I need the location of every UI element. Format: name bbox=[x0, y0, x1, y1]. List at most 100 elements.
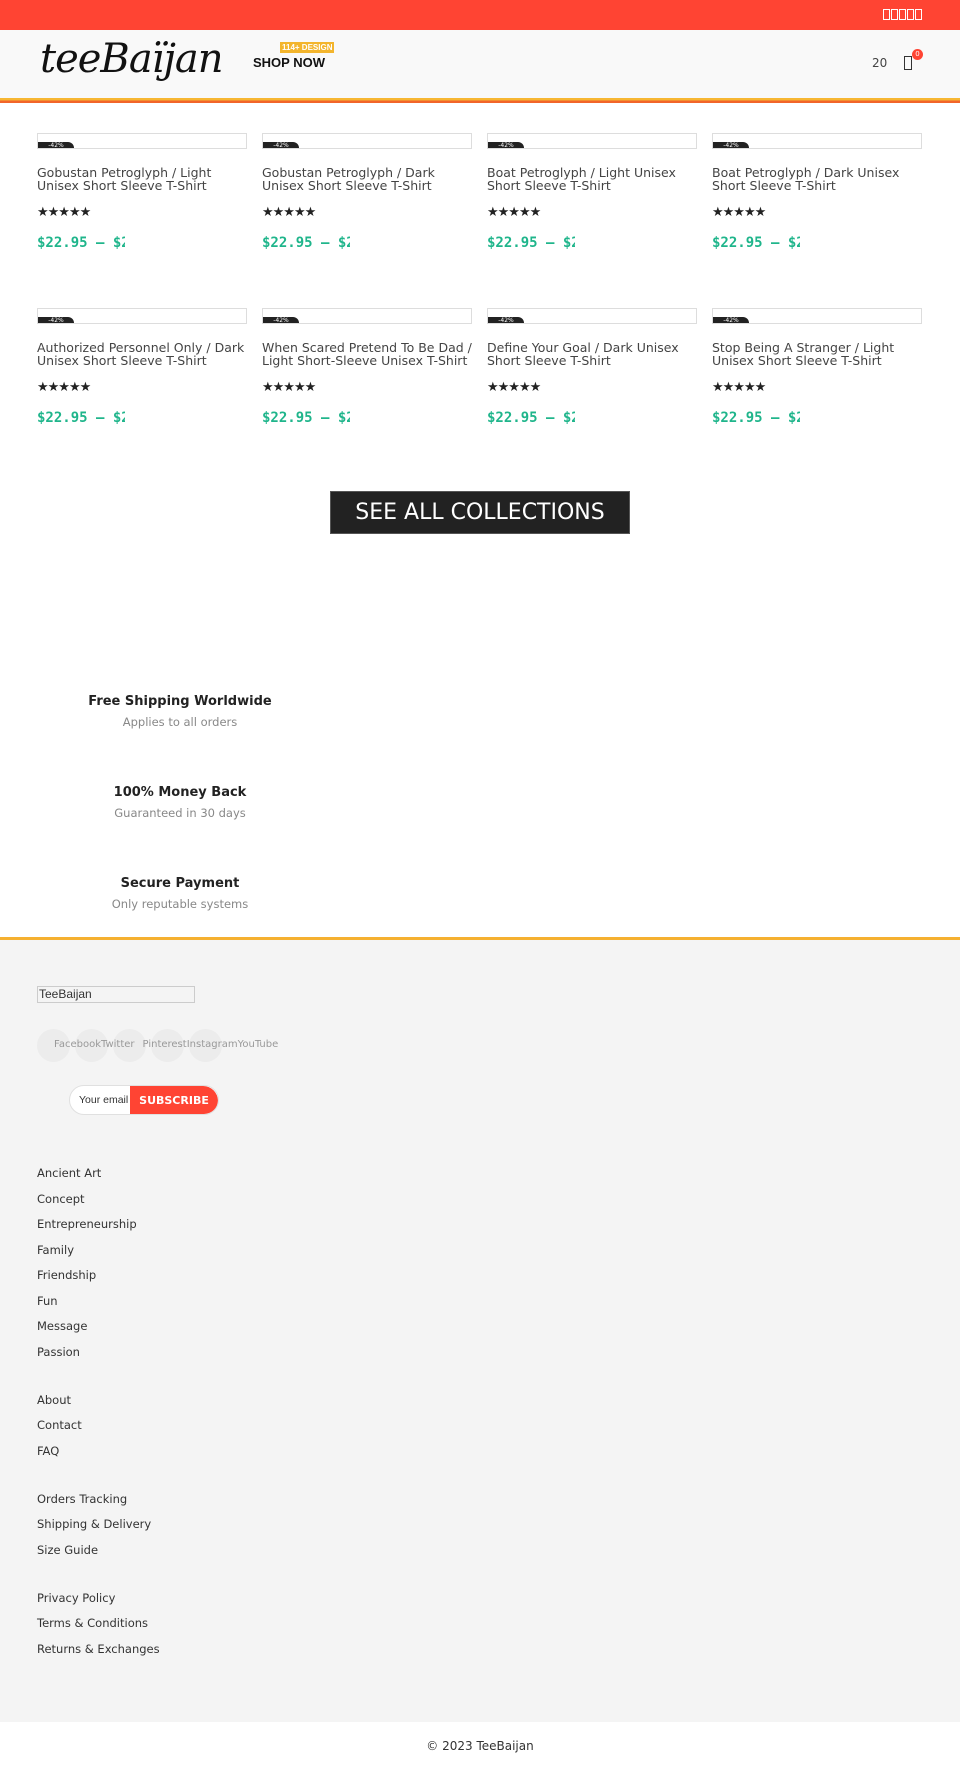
social-twitter[interactable]: Twitter bbox=[101, 1039, 135, 1050]
email-input[interactable]: Your email bbox=[79, 1094, 128, 1106]
rating-stars: ★★★★★ bbox=[487, 205, 541, 220]
product-price: $22.95 – $2 bbox=[37, 235, 125, 251]
sale-badge: -42% bbox=[263, 142, 299, 148]
product-image[interactable]: -42% bbox=[262, 133, 472, 149]
product-title[interactable]: Boat Petroglyph / Light Unisex Short Sle… bbox=[487, 166, 697, 194]
product-card[interactable]: -42% Authorized Personnel Only / Dark Un… bbox=[37, 308, 247, 426]
pinterest-icon[interactable] bbox=[899, 9, 906, 20]
product-price: $22.95 – $2 bbox=[37, 410, 125, 426]
footer-logo[interactable]: TeeBaijan bbox=[37, 986, 195, 1003]
footer-link[interactable]: Size Guide bbox=[37, 1543, 98, 1557]
header-divider bbox=[0, 98, 960, 103]
product-image[interactable]: -42% bbox=[262, 308, 472, 324]
see-all-collections-button[interactable]: SEE ALL COLLECTIONS bbox=[330, 491, 630, 534]
product-image[interactable]: -42% bbox=[487, 308, 697, 324]
feature-secure-payment: Secure Payment Only reputable systems bbox=[60, 876, 300, 911]
social-facebook[interactable]: Facebook bbox=[54, 1039, 101, 1050]
cart-icon[interactable] bbox=[904, 56, 912, 70]
shop-now-link[interactable]: SHOP NOW bbox=[253, 55, 325, 70]
footer-link[interactable]: Fun bbox=[37, 1294, 58, 1308]
product-image[interactable]: -42% bbox=[37, 133, 247, 149]
footer-link[interactable]: Privacy Policy bbox=[37, 1591, 115, 1605]
feature-title: Secure Payment bbox=[120, 876, 240, 891]
feature-subtitle: Guaranteed in 30 days bbox=[114, 806, 246, 820]
product-title[interactable]: Gobustan Petroglyph / Dark Unisex Short … bbox=[262, 166, 472, 194]
youtube-icon[interactable] bbox=[915, 9, 922, 20]
product-image[interactable]: -42% bbox=[712, 308, 922, 324]
footer-link[interactable]: Passion bbox=[37, 1345, 80, 1359]
product-title[interactable]: Stop Being A Stranger / Light Unisex Sho… bbox=[712, 341, 922, 369]
product-title[interactable]: When Scared Pretend To Be Dad / Light Sh… bbox=[262, 341, 472, 369]
sale-badge: -42% bbox=[263, 317, 299, 323]
twitter-icon[interactable] bbox=[891, 9, 898, 20]
rating-stars: ★★★★★ bbox=[712, 205, 766, 220]
footer-link[interactable]: Message bbox=[37, 1319, 87, 1333]
product-card[interactable]: -42% Define Your Goal / Dark Unisex Shor… bbox=[487, 308, 697, 426]
product-title[interactable]: Authorized Personnel Only / Dark Unisex … bbox=[37, 341, 247, 369]
footer-link[interactable]: Shipping & Delivery bbox=[37, 1517, 151, 1531]
social-pinterest[interactable]: Pinterest bbox=[143, 1039, 187, 1050]
product-price: $22.95 – $2 bbox=[712, 410, 800, 426]
feature-title: Free Shipping Worldwide bbox=[88, 694, 272, 709]
product-price: $22.95 – $2 bbox=[262, 410, 350, 426]
footer-link[interactable]: Family bbox=[37, 1243, 74, 1257]
rating-stars: ★★★★★ bbox=[487, 380, 541, 395]
product-price: $22.95 – $2 bbox=[712, 235, 800, 251]
footer-link[interactable]: FAQ bbox=[37, 1444, 59, 1458]
product-image[interactable]: -42% bbox=[37, 308, 247, 324]
social-youtube[interactable]: YouTube bbox=[238, 1039, 279, 1050]
cart-count-badge: 0 bbox=[912, 49, 923, 60]
social-instagram[interactable]: Instagram bbox=[187, 1039, 238, 1050]
social-labels: Facebook Twitter Pinterest Instagram YouTube bbox=[54, 1039, 278, 1050]
sale-badge: -42% bbox=[488, 317, 524, 323]
product-card[interactable]: -42% Gobustan Petroglyph / Dark Unisex S… bbox=[262, 133, 472, 251]
product-price: $22.95 – $2 bbox=[262, 235, 350, 251]
subscribe-button[interactable]: SUBSCRIBE bbox=[130, 1086, 218, 1114]
feature-subtitle: Applies to all orders bbox=[122, 715, 238, 729]
design-count-badge: 114+ DESIGN bbox=[280, 42, 335, 53]
rating-stars: ★★★★★ bbox=[712, 380, 766, 395]
footer-link[interactable]: Concept bbox=[37, 1192, 85, 1206]
footer-link[interactable]: Contact bbox=[37, 1418, 82, 1432]
footer-link[interactable]: Friendship bbox=[37, 1268, 96, 1282]
product-card[interactable]: -42% Stop Being A Stranger / Light Unise… bbox=[712, 308, 922, 426]
sale-badge: -42% bbox=[38, 142, 74, 148]
sale-badge: -42% bbox=[713, 317, 749, 323]
rating-stars: ★★★★★ bbox=[262, 380, 316, 395]
feature-subtitle: Only reputable systems bbox=[111, 897, 249, 911]
sale-badge: -42% bbox=[713, 142, 749, 148]
rating-stars: ★★★★★ bbox=[37, 380, 91, 395]
copyright: © 2023 TeeBaijan bbox=[0, 1722, 960, 1771]
rating-stars: ★★★★★ bbox=[37, 205, 91, 220]
footer-link[interactable]: Orders Tracking bbox=[37, 1492, 127, 1506]
top-social-icons bbox=[883, 9, 922, 20]
instagram-icon[interactable] bbox=[907, 9, 914, 20]
product-image[interactable]: -42% bbox=[712, 133, 922, 149]
newsletter-form: Your email SUBSCRIBE bbox=[69, 1085, 219, 1115]
sale-badge: -42% bbox=[488, 142, 524, 148]
product-image[interactable]: -42% bbox=[487, 133, 697, 149]
footer-link[interactable]: Returns & Exchanges bbox=[37, 1642, 160, 1656]
product-price: $22.95 – $2 bbox=[487, 235, 575, 251]
rating-stars: ★★★★★ bbox=[262, 205, 316, 220]
footer-link[interactable]: About bbox=[37, 1393, 71, 1407]
footer-link[interactable]: Terms & Conditions bbox=[37, 1616, 148, 1630]
footer-link[interactable]: Entrepreneurship bbox=[37, 1217, 137, 1231]
product-card[interactable]: -42% When Scared Pretend To Be Dad / Lig… bbox=[262, 308, 472, 426]
product-card[interactable]: -42% Boat Petroglyph / Light Unisex Shor… bbox=[487, 133, 697, 251]
logo[interactable]: teeBaïjan bbox=[40, 36, 223, 82]
feature-title: 100% Money Back bbox=[113, 785, 247, 800]
product-card[interactable]: -42% Gobustan Petroglyph / Light Unisex … bbox=[37, 133, 247, 251]
product-title[interactable]: Gobustan Petroglyph / Light Unisex Short… bbox=[37, 166, 247, 194]
product-card[interactable]: -42% Boat Petroglyph / Dark Unisex Short… bbox=[712, 133, 922, 251]
product-price: $22.95 – $2 bbox=[487, 410, 575, 426]
top-bar bbox=[0, 0, 960, 30]
footer-link[interactable]: Ancient Art bbox=[37, 1166, 101, 1180]
compare-icon[interactable]: 20 bbox=[872, 56, 887, 70]
product-title[interactable]: Define Your Goal / Dark Unisex Short Sle… bbox=[487, 341, 697, 369]
sale-badge: -42% bbox=[38, 317, 74, 323]
product-title[interactable]: Boat Petroglyph / Dark Unisex Short Slee… bbox=[712, 166, 922, 194]
feature-shipping: Free Shipping Worldwide Applies to all or… bbox=[60, 694, 300, 729]
feature-money-back: 100% Money Back Guaranteed in 30 days bbox=[60, 785, 300, 820]
facebook-icon[interactable] bbox=[883, 9, 890, 20]
